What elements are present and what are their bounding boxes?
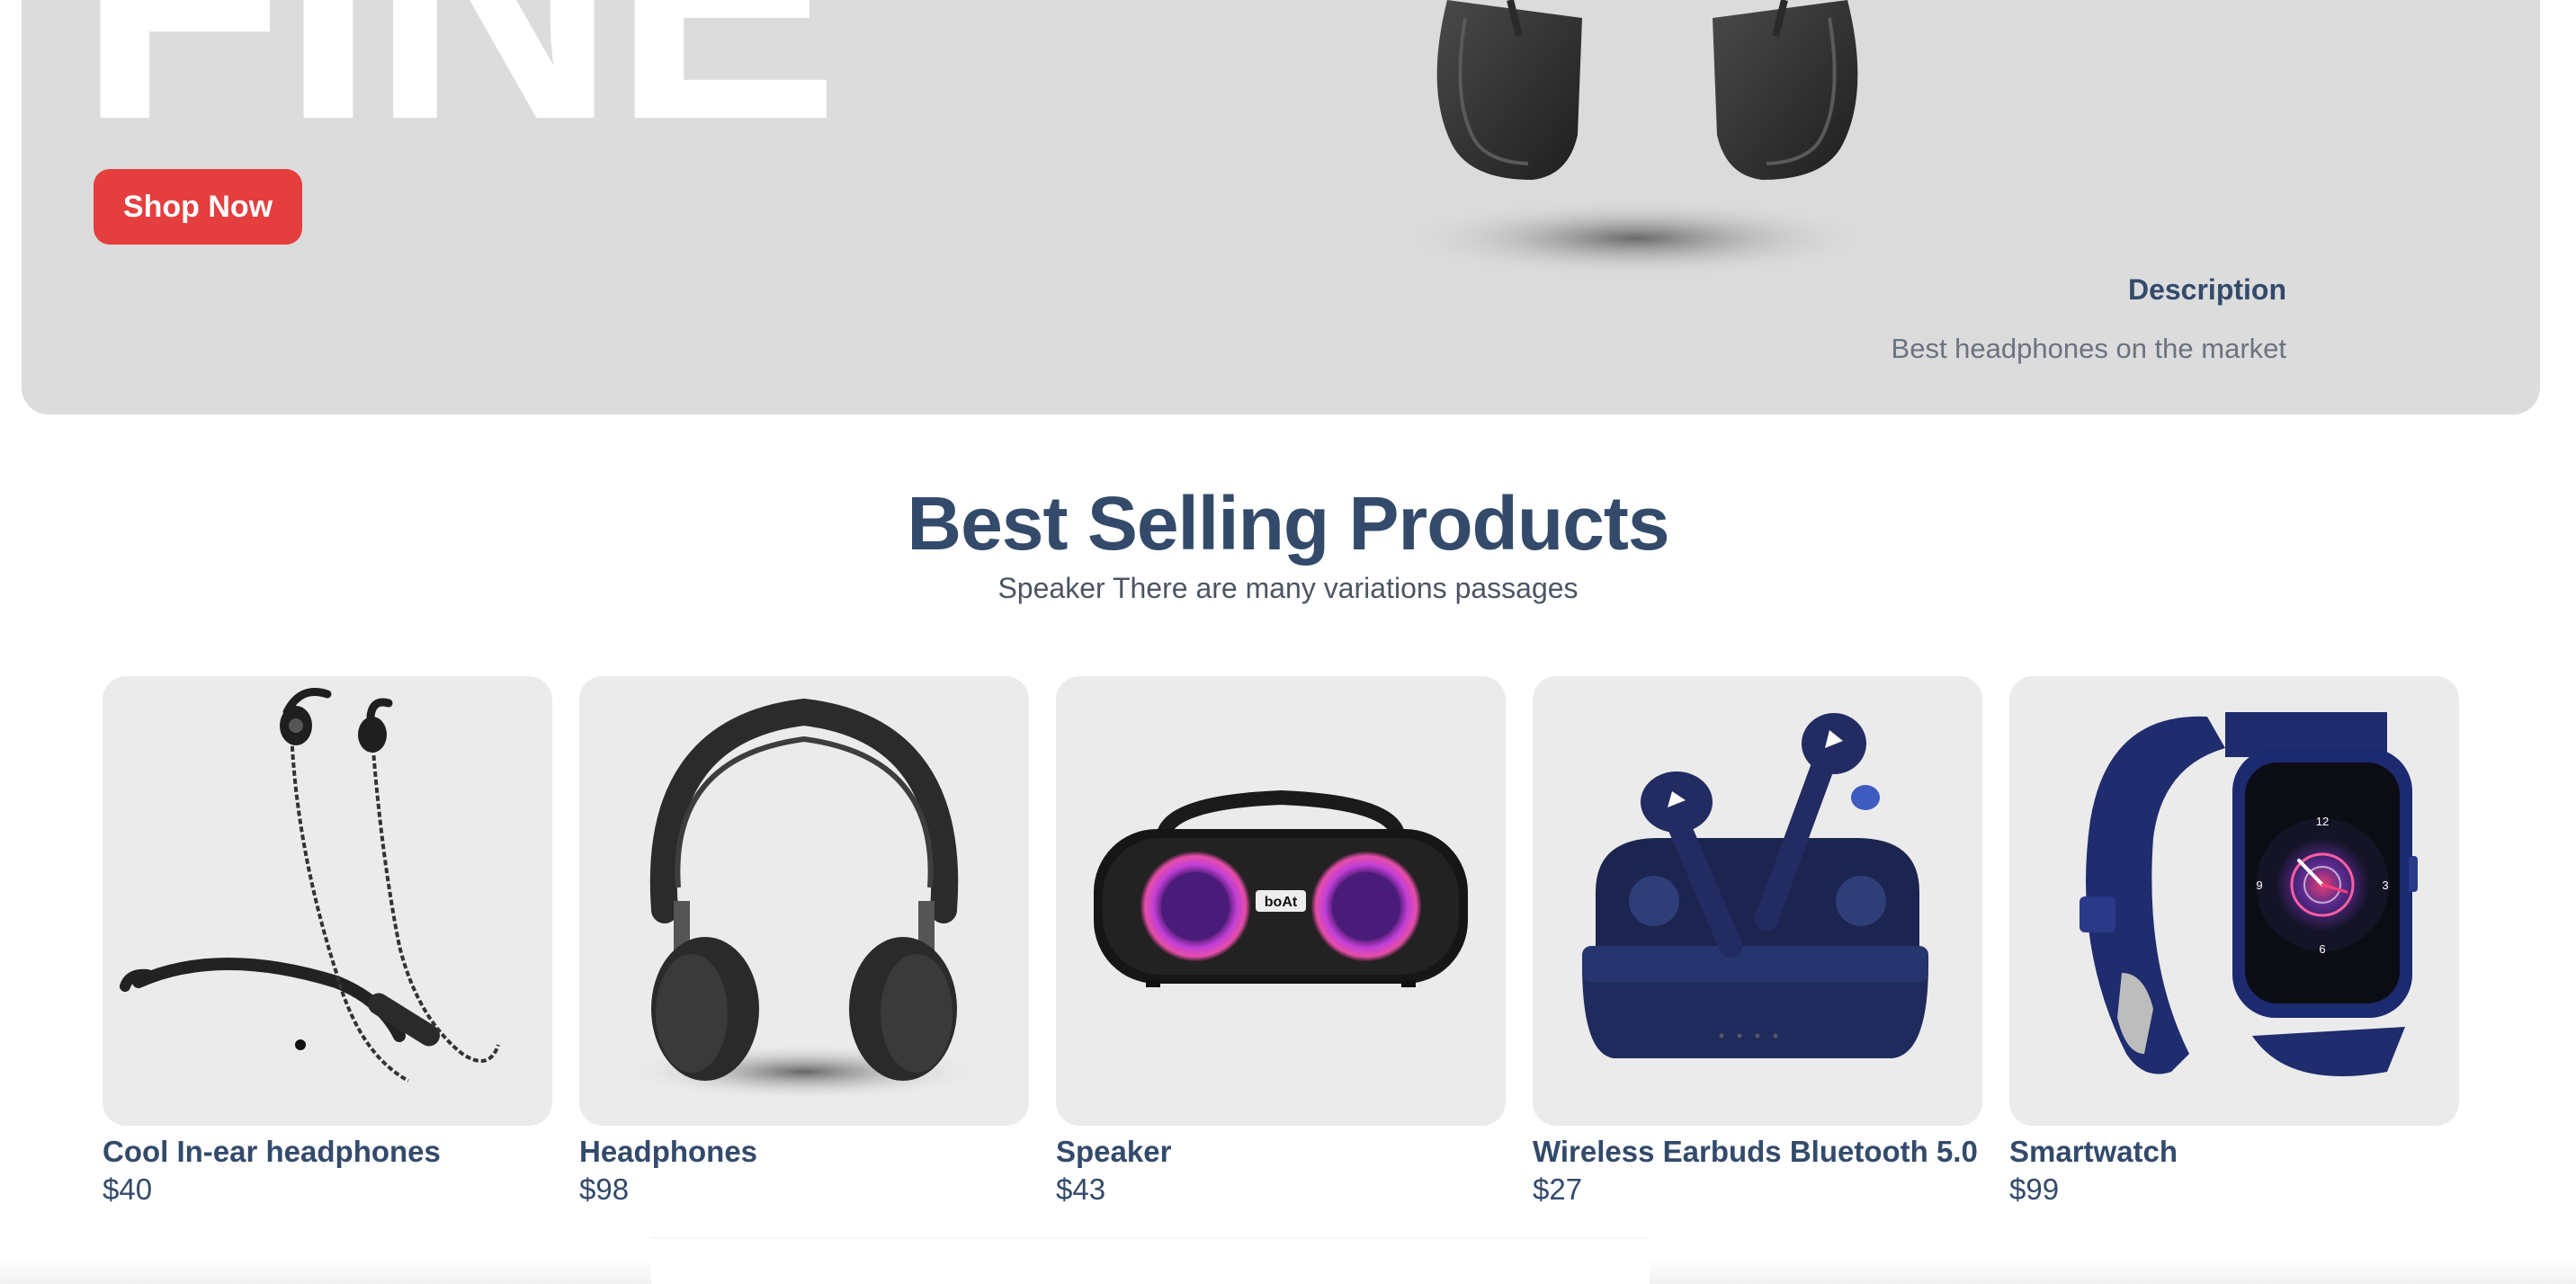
product-price: $99 <box>2009 1173 2060 1206</box>
svg-text:3: 3 <box>2382 878 2388 892</box>
svg-text:9: 9 <box>2256 878 2262 892</box>
product-image-container[interactable] <box>1533 676 1982 1126</box>
product-name[interactable]: Speaker <box>1056 1135 1506 1169</box>
hero-headphones-image <box>1272 0 2009 342</box>
product-card[interactable]: boAt Speaker $43 <box>1056 676 1506 1207</box>
hero-description-title: Description <box>2127 273 2286 306</box>
smartwatch-icon: 12 6 3 9 <box>2080 712 2418 1076</box>
product-card[interactable]: 12 6 3 9 Smartwatch $99 <box>2009 676 2459 1207</box>
product-grid: Cool In-ear headphones $40 Headphones $9… <box>103 676 2459 1207</box>
product-name[interactable]: Wireless Earbuds Bluetooth 5.0 <box>1533 1135 1982 1169</box>
product-price: $40 <box>103 1173 153 1206</box>
product-price: $98 <box>579 1173 630 1206</box>
product-name[interactable]: Smartwatch <box>2009 1135 2459 1169</box>
product-price: $27 <box>1533 1173 1583 1206</box>
product-card[interactable]: Wireless Earbuds Bluetooth 5.0 $27 <box>1533 676 1982 1207</box>
svg-text:6: 6 <box>2319 942 2325 956</box>
section-title: Best Selling Products <box>907 481 1669 566</box>
section-subtitle: Speaker There are many variations passag… <box>997 572 1579 604</box>
hero-headline: FINE <box>77 0 840 171</box>
page: FINE Shop Now Description <box>0 0 2576 1284</box>
product-image-container[interactable] <box>579 676 1029 1126</box>
hero-banner: FINE Shop Now Description <box>22 0 2540 415</box>
product-card[interactable]: Headphones $98 <box>579 676 1029 1207</box>
speaker-icon: boAt <box>1094 789 1468 987</box>
product-card[interactable]: Cool In-ear headphones $40 <box>103 676 552 1207</box>
earbuds-icon <box>1582 713 1928 1058</box>
product-image-container[interactable]: 12 6 3 9 <box>2009 676 2459 1126</box>
product-name[interactable]: Headphones <box>579 1135 1029 1169</box>
headphones-icon <box>624 698 984 1101</box>
neckband-earphones-icon <box>120 688 500 1083</box>
shop-now-button[interactable]: Shop Now <box>94 169 302 245</box>
svg-text:boAt: boAt <box>1265 895 1298 910</box>
hero-description-text: Best headphones on the market <box>1891 333 2286 364</box>
product-image-container[interactable] <box>103 676 552 1126</box>
product-price: $43 <box>1056 1173 1106 1206</box>
product-image-container[interactable]: boAt <box>1056 676 1506 1126</box>
next-section-panel <box>651 1237 1650 1284</box>
svg-text:12: 12 <box>2316 815 2329 828</box>
product-name[interactable]: Cool In-ear headphones <box>103 1135 552 1169</box>
